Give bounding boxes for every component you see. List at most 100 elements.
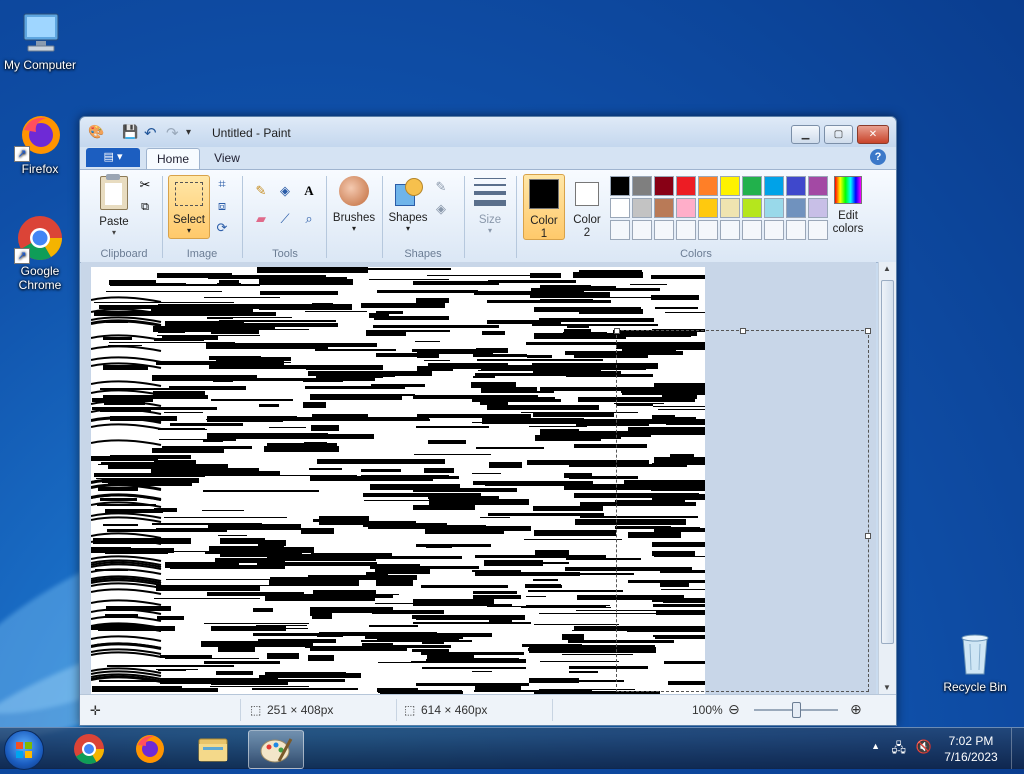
desktop-icon-my-computer[interactable]: My Computer: [0, 8, 80, 72]
palette-swatch[interactable]: [632, 198, 652, 218]
palette-swatch[interactable]: [808, 198, 828, 218]
rotate-icon[interactable]: ⟳: [213, 219, 231, 237]
show-desktop-button[interactable]: [1011, 728, 1024, 769]
copy-icon[interactable]: ⧉: [136, 198, 154, 216]
palette-swatch[interactable]: [742, 220, 762, 240]
palette-swatch[interactable]: [764, 176, 784, 196]
taskbar-explorer[interactable]: [187, 730, 239, 767]
drawing-canvas[interactable]: [91, 267, 705, 694]
minimize-button[interactable]: ▁: [791, 125, 820, 144]
scrollbar-thumb[interactable]: [881, 280, 894, 644]
edit-colors-button[interactable]: Edit colors: [828, 176, 868, 236]
palette-swatch[interactable]: [654, 176, 674, 196]
palette-swatch[interactable]: [720, 176, 740, 196]
select-button[interactable]: Select ▾: [168, 175, 210, 239]
canvas-workspace[interactable]: [81, 262, 876, 694]
title-bar[interactable]: 🎨 💾 ↶ ↷ ▾ Untitled - Paint ▁ ▢ ✕: [80, 117, 896, 147]
tab-home[interactable]: Home: [146, 148, 200, 170]
maximize-button[interactable]: ▢: [824, 125, 853, 144]
palette-swatch[interactable]: [632, 176, 652, 196]
clock[interactable]: 7:02 PM 7/16/2023: [938, 733, 1004, 765]
pencil-icon[interactable]: ✎: [252, 182, 270, 200]
palette-swatch[interactable]: [698, 176, 718, 196]
file-menu-button[interactable]: ▤ ▾: [86, 148, 140, 167]
desktop-icon-google-chrome[interactable]: ↗ Google Chrome: [0, 214, 80, 292]
zoom-slider-thumb[interactable]: [792, 702, 801, 718]
palette-swatch[interactable]: [610, 198, 630, 218]
magnifier-icon[interactable]: ⌕: [300, 210, 318, 228]
palette-swatch[interactable]: [764, 220, 784, 240]
resize-handle[interactable]: [865, 533, 871, 539]
shape-fill-icon[interactable]: ◈: [432, 200, 450, 218]
palette-swatch[interactable]: [698, 198, 718, 218]
network-icon[interactable]: 🖧: [892, 739, 907, 761]
palette-swatch[interactable]: [786, 176, 806, 196]
brush-icon: [339, 176, 369, 206]
paste-button[interactable]: Paste ▾: [92, 174, 136, 237]
palette-swatch[interactable]: [610, 176, 630, 196]
size-lines-icon: [474, 178, 506, 206]
cut-icon[interactable]: ✂: [136, 176, 154, 194]
palette-swatch[interactable]: [676, 220, 696, 240]
palette-swatch[interactable]: [764, 198, 784, 218]
outline-icon[interactable]: ✎: [432, 178, 450, 196]
crop-icon[interactable]: ⌗: [213, 175, 231, 193]
palette-swatch[interactable]: [676, 198, 696, 218]
palette-swatch[interactable]: [632, 220, 652, 240]
fill-icon[interactable]: ◈: [276, 182, 294, 200]
palette-swatch[interactable]: [610, 220, 630, 240]
palette-swatch[interactable]: [654, 220, 674, 240]
undo-icon[interactable]: ↶: [144, 124, 157, 142]
text-icon[interactable]: A: [300, 182, 318, 200]
palette-swatch[interactable]: [808, 176, 828, 196]
palette-swatch[interactable]: [808, 220, 828, 240]
taskbar-chrome[interactable]: [63, 730, 115, 767]
zoom-in-icon[interactable]: ⊕: [850, 701, 862, 718]
selection-rectangle[interactable]: [614, 328, 871, 692]
color-picker-icon[interactable]: ⟋: [276, 210, 294, 228]
image-size-icon: ⬚: [404, 703, 416, 717]
palette-swatch[interactable]: [742, 198, 762, 218]
eraser-icon[interactable]: ▰: [252, 210, 270, 228]
resize-handle[interactable]: [614, 328, 620, 334]
close-button[interactable]: ✕: [857, 125, 889, 144]
palette-swatch[interactable]: [786, 198, 806, 218]
zoom-out-icon[interactable]: ⊖: [728, 701, 740, 718]
start-button[interactable]: [4, 730, 44, 770]
color1-button[interactable]: Color 1: [523, 174, 565, 240]
volume-muted-icon[interactable]: 🔇: [916, 739, 932, 755]
vertical-scrollbar[interactable]: ▲ ▼: [878, 262, 896, 694]
palette-swatch[interactable]: [720, 198, 740, 218]
palette-swatch[interactable]: [720, 220, 740, 240]
shortcut-arrow-icon: ↗: [14, 146, 30, 162]
palette-swatch[interactable]: [698, 220, 718, 240]
help-icon[interactable]: ?: [870, 149, 886, 165]
paint-app-icon[interactable]: 🎨: [88, 124, 104, 142]
computer-icon: [16, 8, 64, 56]
resize-handle[interactable]: [740, 328, 746, 334]
taskbar-firefox[interactable]: [124, 730, 176, 767]
resize-icon[interactable]: ⧈: [213, 197, 231, 215]
desktop-icon-recycle-bin[interactable]: Recycle Bin: [935, 630, 1015, 694]
folder-icon: [198, 738, 228, 762]
palette-swatch[interactable]: [786, 220, 806, 240]
resize-handle[interactable]: [865, 328, 871, 334]
save-icon[interactable]: 💾: [122, 124, 138, 142]
desktop-icon-firefox[interactable]: ↗ Firefox: [0, 112, 80, 176]
color2-button[interactable]: Color 2: [567, 174, 607, 239]
palette-swatch[interactable]: [654, 198, 674, 218]
show-hidden-icons-icon[interactable]: ▲: [871, 741, 880, 751]
brushes-button[interactable]: Brushes ▾: [330, 176, 378, 233]
palette-swatch[interactable]: [742, 176, 762, 196]
size-button[interactable]: Size ▾: [470, 176, 510, 235]
palette-swatch[interactable]: [676, 176, 696, 196]
scroll-up-arrow-icon[interactable]: ▲: [883, 264, 891, 273]
color2-label: Color 2: [573, 214, 601, 239]
redo-icon[interactable]: ↷: [166, 124, 179, 142]
customize-qat-icon[interactable]: ▾: [186, 127, 191, 145]
tab-view[interactable]: View: [204, 148, 250, 169]
taskbar-paint[interactable]: [248, 730, 304, 769]
scroll-down-arrow-icon[interactable]: ▼: [883, 683, 891, 692]
shapes-button[interactable]: Shapes ▾: [386, 176, 430, 233]
image-size: 614 × 460px: [421, 703, 488, 717]
